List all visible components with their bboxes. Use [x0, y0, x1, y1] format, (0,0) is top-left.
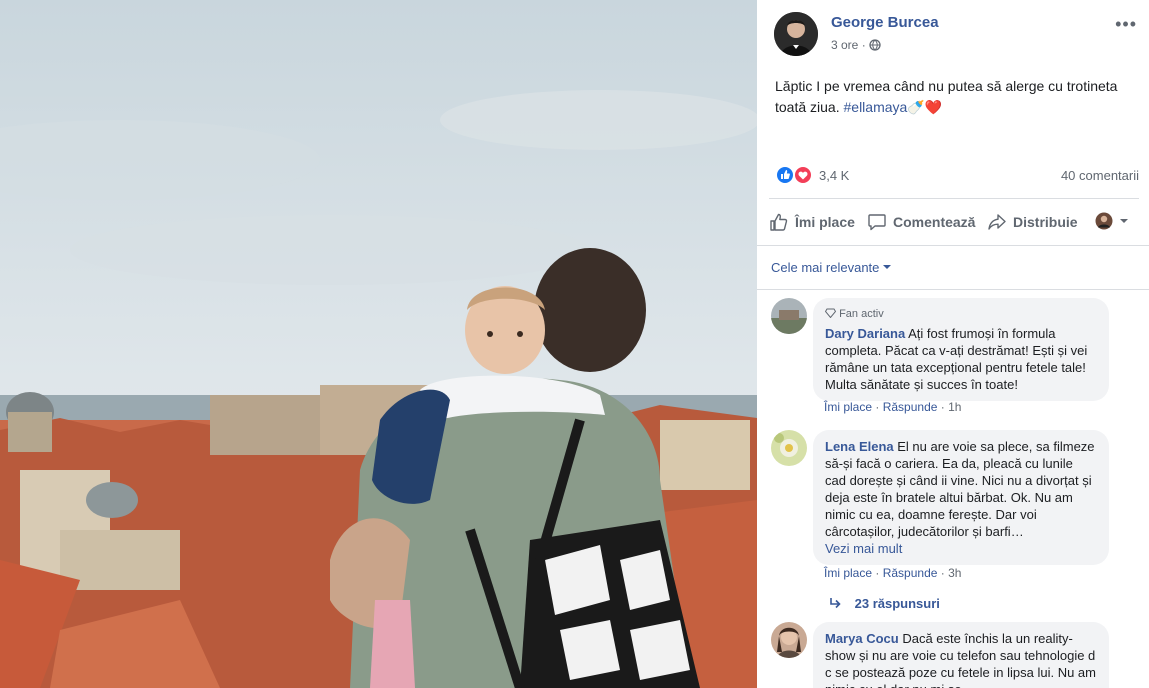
comment-reply-link[interactable]: Răspunde: [883, 400, 938, 414]
facebook-photo-viewer: George Burcea 3 ore · ••• Lăptic I pe vr…: [0, 0, 1149, 688]
post-emoji: 🍼❤️: [907, 99, 943, 115]
comment-item: Marya Cocu Dacă este închis la un realit…: [771, 622, 1121, 688]
replies-count: 23 răspunsuri: [854, 596, 940, 611]
commenter-avatar[interactable]: [771, 430, 807, 466]
globe-icon[interactable]: [869, 39, 881, 54]
comment-sort-dropdown[interactable]: Cele mai relevante: [771, 260, 892, 275]
comment-item: Lena Elena El nu are voie sa plece, sa f…: [771, 430, 1121, 590]
speech-bubble-icon: [868, 214, 886, 231]
comment-button[interactable]: Comentează: [867, 212, 975, 232]
divider: [757, 245, 1149, 246]
chevron-down-icon: [1120, 219, 1128, 223]
caret-down-icon: [883, 265, 892, 269]
post-time[interactable]: 3 ore: [831, 38, 858, 52]
post-panel: George Burcea 3 ore · ••• Lăptic I pe vr…: [757, 0, 1149, 688]
comment-bubble: Lena Elena El nu are voie sa plece, sa f…: [813, 430, 1109, 565]
post-text: Lăptic I pe vremea când nu putea să aler…: [775, 76, 1125, 118]
separator: ·: [875, 566, 880, 580]
author-avatar[interactable]: [774, 12, 818, 56]
sort-label: Cele mai relevante: [771, 260, 880, 275]
comment-button-label: Comentează: [893, 214, 976, 230]
comment-bubble: Marya Cocu Dacă este închis la un realit…: [813, 622, 1109, 688]
more-options-icon[interactable]: •••: [1115, 14, 1137, 35]
meta-separator: ·: [861, 38, 866, 52]
reactions-count[interactable]: 3,4 K: [819, 168, 849, 183]
separator: ·: [940, 400, 945, 414]
fan-badge: Fan activ: [824, 306, 1097, 323]
separator: ·: [875, 400, 880, 414]
action-bar: Îmi place Comentează Distribuie: [769, 208, 1139, 238]
diamond-icon: [824, 308, 837, 319]
comment-like-link[interactable]: Îmi place: [824, 400, 872, 414]
separator: ·: [940, 566, 945, 580]
comment-actions: Îmi place · Răspunde · 1h: [824, 400, 961, 414]
comment-item: Fan activ Dary Dariana Ați fost frumoși …: [771, 298, 1121, 418]
reaction-icons[interactable]: [775, 164, 819, 186]
comment-actions: Îmi place · Răspunde · 3h: [824, 566, 961, 580]
comment-time[interactable]: 3h: [948, 566, 961, 580]
post-body: Lăptic I pe vremea când nu putea să aler…: [775, 78, 1118, 115]
share-arrow-icon: [988, 214, 1006, 230]
thumbs-up-icon: [770, 213, 788, 231]
see-more-link[interactable]: Vezi mai mult: [825, 540, 1097, 557]
fan-badge-label: Fan activ: [839, 308, 884, 320]
post-meta: 3 ore ·: [831, 38, 881, 54]
share-button-label: Distribuie: [1013, 214, 1078, 230]
like-button[interactable]: Îmi place: [769, 212, 855, 232]
photo-image: [0, 0, 757, 688]
post-photo[interactable]: [0, 0, 757, 688]
comment-text: El nu are voie sa plece, sa filmeze să-ș…: [825, 439, 1095, 539]
comment-like-link[interactable]: Îmi place: [824, 566, 872, 580]
post-header: George Burcea 3 ore · •••: [774, 12, 1139, 56]
commenter-name[interactable]: Dary Dariana: [825, 326, 905, 341]
divider: [757, 289, 1149, 290]
reply-arrow-icon: [830, 598, 841, 609]
author-avatar-image: [774, 12, 818, 56]
view-replies-link[interactable]: 23 răspunsuri: [829, 596, 940, 611]
comment-reply-link[interactable]: Răspunde: [883, 566, 938, 580]
divider: [769, 198, 1139, 199]
like-button-label: Îmi place: [795, 214, 855, 230]
comment-bubble: Fan activ Dary Dariana Ați fost frumoși …: [813, 298, 1109, 401]
reactions-bar: 3,4 K 40 comentarii: [775, 164, 1139, 188]
share-button[interactable]: Distribuie: [987, 212, 1078, 232]
reaction-identity-selector[interactable]: [1095, 212, 1129, 230]
commenter-avatar[interactable]: [771, 298, 807, 334]
commenter-name[interactable]: Lena Elena: [825, 439, 894, 454]
post-hashtag[interactable]: #ellamaya: [844, 99, 908, 115]
commenter-name[interactable]: Marya Cocu: [825, 631, 899, 646]
comments-count[interactable]: 40 comentarii: [1061, 168, 1139, 183]
commenter-avatar[interactable]: [771, 622, 807, 658]
profile-avatar-icon: [1095, 212, 1113, 230]
comment-time[interactable]: 1h: [948, 400, 961, 414]
author-name[interactable]: George Burcea: [831, 14, 939, 31]
